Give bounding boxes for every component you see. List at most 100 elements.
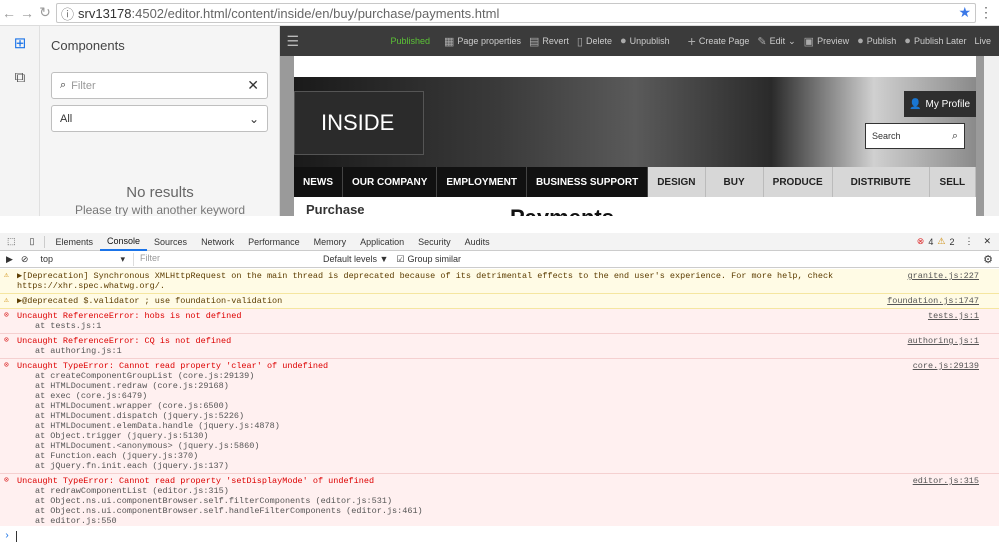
plus-icon: +: [687, 33, 696, 49]
source-link[interactable]: authoring.js:1: [908, 336, 979, 346]
device-toggle-icon[interactable]: ▯: [23, 233, 42, 251]
console-error-row[interactable]: ⊗ Uncaught ReferenceError: hobs is not de…: [0, 309, 999, 334]
stack-frame[interactable]: at HTMLDocument.wrapper (core.js:6500): [17, 401, 999, 411]
source-link[interactable]: editor.js:315: [913, 476, 979, 486]
site-search-input[interactable]: Search ⌕: [865, 123, 965, 149]
stack-frame[interactable]: at authoring.js:1: [17, 346, 999, 356]
stack-frame[interactable]: at tests.js:1: [17, 321, 999, 331]
page-properties-button[interactable]: ▦ Page properties: [444, 35, 521, 48]
source-link[interactable]: granite.js:227: [908, 271, 979, 281]
tab-memory[interactable]: Memory: [307, 233, 354, 251]
issue-counter[interactable]: ⊗ 4 ⚠ 2 ⋮ ✕: [917, 236, 991, 247]
page-scrollbar[interactable]: [984, 56, 999, 216]
stack-frame[interactable]: at Function.each (jquery.js:370): [17, 451, 999, 461]
tab-sources[interactable]: Sources: [147, 233, 194, 251]
nav-item-employment[interactable]: EMPLOYMENT: [437, 167, 527, 197]
edit-button[interactable]: ✎ Edit ⌄: [757, 35, 795, 48]
close-icon[interactable]: ✕: [983, 236, 991, 247]
levels-select[interactable]: Default levels ▼: [323, 254, 388, 264]
context-select[interactable]: top: [40, 254, 120, 264]
console-log: ⚠ ▶[Deprecation] Synchronous XMLHttpReque…: [0, 269, 999, 526]
tab-application[interactable]: Application: [353, 233, 411, 251]
tab-performance[interactable]: Performance: [241, 233, 307, 251]
site-logo[interactable]: INSIDE: [294, 91, 424, 155]
search-icon[interactable]: ⌕: [952, 130, 958, 143]
stack-frame[interactable]: at HTMLDocument.dispatch (jquery.js:5226…: [17, 411, 999, 421]
tab-security[interactable]: Security: [411, 233, 458, 251]
browser-address-bar: ← → ↻ ⓘ srv13178:4502/editor.html/conten…: [0, 0, 999, 26]
tab-elements[interactable]: Elements: [48, 233, 100, 251]
devtools-menu-icon[interactable]: ⋮: [964, 236, 973, 247]
page-big-title: Payments: [510, 206, 614, 216]
revert-button[interactable]: ▤ Revert: [529, 35, 569, 48]
component-group-select[interactable]: All ⌄: [51, 105, 268, 132]
assets-icon[interactable]: ⧉: [0, 60, 40, 94]
bookmark-star-icon[interactable]: ★: [958, 4, 971, 21]
nav-item-distribute[interactable]: DISTRIBUTE: [832, 167, 930, 197]
console-prompt[interactable]: ›: [0, 526, 999, 546]
console-error-row[interactable]: ⊗ Uncaught ReferenceError: CQ is not defi…: [0, 334, 999, 359]
publish-label: Publish: [866, 36, 897, 46]
gear-icon[interactable]: ⚙: [983, 253, 993, 266]
stack-frame[interactable]: at createComponentGroupList (core.js:291…: [17, 371, 999, 381]
my-profile-button[interactable]: 👤 My Profile: [904, 91, 976, 117]
unpublish-button[interactable]: ● Unpublish: [620, 35, 670, 47]
components-icon[interactable]: ⊞: [0, 26, 40, 60]
back-icon[interactable]: ←: [0, 5, 18, 21]
browser-menu-icon[interactable]: ⋮: [979, 5, 993, 19]
group-similar-checkbox[interactable]: ☑ Group similar: [396, 254, 461, 265]
globe-icon: ●: [619, 35, 627, 47]
clear-console-icon[interactable]: ⊘: [21, 254, 29, 265]
preview-icon: ▣: [803, 35, 815, 48]
source-link[interactable]: core.js:29139: [913, 361, 979, 371]
forward-icon[interactable]: →: [18, 5, 36, 21]
nav-item-business-support[interactable]: BUSINESS SUPPORT: [527, 167, 649, 197]
url-path: :4502/editor.html/content/inside/en/buy/…: [131, 5, 500, 21]
console-error-row[interactable]: ⊗ Uncaught TypeError: Cannot read propert…: [0, 359, 999, 474]
component-filter-input[interactable]: ⌕ Filter ✕: [51, 72, 268, 99]
source-link[interactable]: foundation.js:1747: [887, 296, 979, 306]
preview-label: Preview: [817, 36, 850, 46]
nav-item-news[interactable]: NEWS: [294, 167, 343, 197]
source-link[interactable]: tests.js:1: [928, 311, 979, 321]
tab-audits[interactable]: Audits: [458, 233, 497, 251]
nav-item-produce[interactable]: PRODUCE: [763, 167, 833, 197]
tab-network[interactable]: Network: [194, 233, 241, 251]
clear-icon[interactable]: ✕: [247, 77, 259, 94]
sidepanel-toggle-icon[interactable]: ☰: [280, 33, 305, 50]
console-filter-input[interactable]: Filter: [133, 252, 317, 266]
delete-button[interactable]: ▯ Delete: [577, 35, 612, 48]
publish-button[interactable]: ● Publish: [857, 35, 896, 47]
stack-frame[interactable]: at HTMLDocument.elemData.handle (jquery.…: [17, 421, 999, 431]
my-profile-label: My Profile: [925, 98, 970, 110]
nav-item-buy[interactable]: BUY: [705, 167, 764, 197]
console-warning-row[interactable]: ⚠ ▶[Deprecation] Synchronous XMLHttpReque…: [0, 269, 999, 294]
stack-frame[interactable]: at jQuery.fn.init.each (jquery.js:137): [17, 461, 999, 471]
sidebar-toggle-icon[interactable]: ▶: [6, 254, 13, 265]
stack-frame[interactable]: at Object.ns.ui.componentBrowser.self.ha…: [17, 506, 999, 516]
url-field[interactable]: ⓘ srv13178:4502/editor.html/content/insi…: [56, 3, 976, 23]
create-page-button[interactable]: + Create Page: [688, 33, 750, 49]
stack-frame[interactable]: at exec (core.js:6479): [17, 391, 999, 401]
publish-later-button[interactable]: ● Publish Later: [904, 35, 966, 47]
console-error-row[interactable]: ⊗ Uncaught TypeError: Cannot read propert…: [0, 474, 999, 526]
preview-button[interactable]: ▣ Preview: [804, 35, 849, 48]
reload-icon[interactable]: ↻: [36, 4, 54, 21]
no-results-hint: Please try with another keyword: [74, 203, 246, 216]
nav-item-sell[interactable]: SELL: [929, 167, 976, 197]
stack-frame[interactable]: at redrawComponentList (editor.js:315): [17, 486, 999, 496]
inspect-icon[interactable]: ⬚: [0, 233, 23, 251]
nav-item-our-company[interactable]: OUR COMPANY: [343, 167, 438, 197]
console-warning-row[interactable]: ⚠ ▶@deprecated $.validator ; use foundati…: [0, 294, 999, 309]
stack-frame[interactable]: at Object.ns.ui.componentBrowser.self.fi…: [17, 496, 999, 506]
stack-frame[interactable]: at HTMLDocument.<anonymous> (jquery.js:5…: [17, 441, 999, 451]
console-message-text: Uncaught ReferenceError: CQ is not defin…: [17, 336, 232, 346]
stack-frame[interactable]: at HTMLDocument.redraw (core.js:29168): [17, 381, 999, 391]
devtools-tabbar: ⬚ ▯ Elements Console Sources Network Per…: [0, 233, 999, 251]
warning-icon: ⚠: [4, 271, 9, 280]
prompt-chevron-icon: ›: [4, 530, 11, 542]
stack-frame[interactable]: at Object.trigger (jquery.js:5130): [17, 431, 999, 441]
stack-frame[interactable]: at editor.js:550: [17, 516, 999, 526]
tab-console[interactable]: Console: [100, 233, 148, 251]
nav-item-design[interactable]: DESIGN: [648, 167, 706, 197]
